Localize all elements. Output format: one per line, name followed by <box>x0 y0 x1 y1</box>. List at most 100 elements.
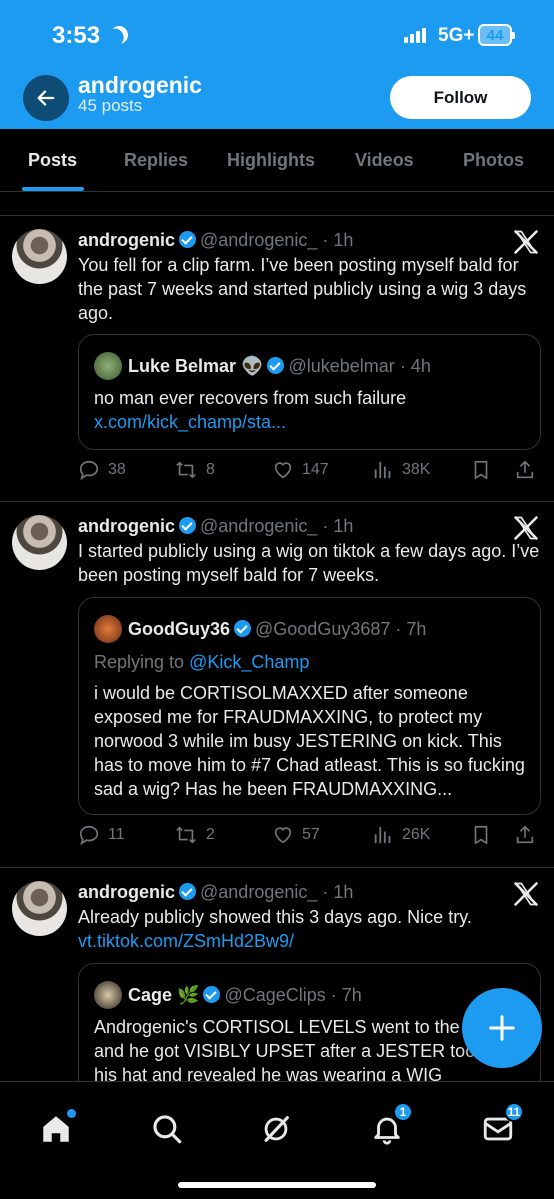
views-icon <box>374 826 391 844</box>
tab-videos[interactable]: Videos <box>355 150 414 171</box>
reply-count: 38 <box>108 461 126 478</box>
repost-count: 2 <box>206 826 215 843</box>
post-link[interactable]: vt.tiktok.com/ZSmHd2Bw9/ <box>78 931 294 951</box>
post-actions: 11 2 57 26K <box>78 824 548 850</box>
tab-highlights[interactable]: Highlights <box>227 150 315 171</box>
views-count: 38K <box>402 461 431 478</box>
signal-icon <box>404 28 426 43</box>
share-icon[interactable] <box>514 459 536 481</box>
views-icon <box>374 461 391 479</box>
reply-button[interactable]: 11 <box>78 824 125 846</box>
tab-photos[interactable]: Photos <box>463 150 524 171</box>
views-button[interactable]: 26K <box>372 824 430 846</box>
repost-button[interactable]: 2 <box>174 824 215 846</box>
compose-button[interactable] <box>462 988 542 1068</box>
quote-meta: GoodGuy36 @GoodGuy3687 · 7h <box>94 615 426 643</box>
tab-posts[interactable]: Posts <box>28 150 77 171</box>
quote-avatar <box>94 352 122 380</box>
verified-badge-icon <box>203 986 221 1003</box>
x-logo-icon <box>514 516 538 540</box>
heart-icon <box>274 462 292 479</box>
nav-home[interactable] <box>39 1109 76 1146</box>
reply-icon <box>79 825 99 846</box>
nav-grok[interactable] <box>259 1112 293 1146</box>
post[interactable]: androgenic @androgenic_ · 1h I started pu… <box>0 502 554 868</box>
reply-button[interactable]: 38 <box>78 459 126 481</box>
share-icon[interactable] <box>514 824 536 846</box>
grok-icon <box>264 1116 289 1142</box>
quote-text: no man ever recovers from such failure x… <box>94 386 526 434</box>
reply-count: 11 <box>108 826 125 843</box>
post-actions: 38 8 147 38K <box>78 459 548 485</box>
verified-badge-icon <box>234 620 252 637</box>
plus-icon <box>489 1015 515 1041</box>
post-time: · 1h <box>322 230 354 250</box>
quote-body: no man ever recovers from such failure <box>94 388 407 408</box>
avatar[interactable] <box>12 229 67 284</box>
post-time: · 1h <box>322 882 354 902</box>
repost-icon <box>176 461 196 479</box>
author-handle[interactable]: @androgenic_ <box>200 230 317 250</box>
notifications-badge: 1 <box>393 1102 413 1122</box>
quote-meta: Cage 🌿 @CageClips · 7h <box>94 981 362 1009</box>
quoted-post[interactable]: Luke Belmar 👽 @lukebelmar · 4h no man eve… <box>78 334 541 450</box>
quoted-post[interactable]: GoodGuy36 @GoodGuy3687 · 7h Replying to @… <box>78 597 541 815</box>
repost-count: 8 <box>206 461 215 478</box>
post-text: Already publicly showed this 3 days ago.… <box>78 905 540 953</box>
profile-tabs: Posts Replies Highlights Videos Photos <box>0 129 554 192</box>
previous-post-actions <box>0 192 554 216</box>
verified-badge-icon <box>267 357 285 374</box>
quote-time: · 7h <box>395 619 427 639</box>
avatar[interactable] <box>12 881 67 936</box>
like-button[interactable]: 57 <box>272 824 320 846</box>
bookmark-icon[interactable] <box>470 459 492 481</box>
repost-button[interactable]: 8 <box>174 459 215 481</box>
network-label: 5G+ <box>438 25 475 46</box>
profile-name: androgenic <box>78 72 202 98</box>
verified-badge-icon <box>179 883 197 900</box>
active-tab-indicator <box>22 187 84 191</box>
reply-icon <box>79 460 99 481</box>
replying-prefix: Replying to <box>94 652 190 672</box>
bottom-nav: 1 11 <box>0 1081 554 1199</box>
follow-button[interactable]: Follow <box>390 76 531 119</box>
post[interactable]: androgenic @androgenic_ · 1h You fell for… <box>0 216 554 502</box>
replying-to-link[interactable]: @Kick_Champ <box>189 652 309 672</box>
like-button[interactable]: 147 <box>272 459 329 481</box>
repost-icon <box>176 826 196 844</box>
post-text: I started publicly using a wig on tiktok… <box>78 541 540 585</box>
verified-badge-icon <box>179 231 197 248</box>
views-count: 26K <box>402 826 431 843</box>
avatar[interactable] <box>12 515 67 570</box>
bookmark-icon[interactable] <box>470 824 492 846</box>
search-icon <box>153 1115 182 1144</box>
post-meta: androgenic @androgenic_ · 1h <box>78 882 353 903</box>
author-name[interactable]: androgenic <box>78 230 175 250</box>
post-meta: androgenic @androgenic_ · 1h <box>78 230 353 251</box>
views-button[interactable]: 38K <box>372 459 430 481</box>
heart-icon <box>274 827 292 844</box>
author-handle[interactable]: @androgenic_ <box>200 882 317 902</box>
messages-badge: 11 <box>504 1102 524 1122</box>
author-name[interactable]: androgenic <box>78 882 175 902</box>
status-time: 3:53 <box>52 22 101 49</box>
post-time: · 1h <box>322 516 354 536</box>
alien-emoji-icon: 👽 <box>241 356 264 376</box>
post-body: Already publicly showed this 3 days ago.… <box>78 907 472 927</box>
quote-meta: Luke Belmar 👽 @lukebelmar · 4h <box>94 352 431 380</box>
back-button[interactable] <box>23 75 69 121</box>
quote-link[interactable]: x.com/kick_champ/sta... <box>94 412 286 432</box>
home-unread-dot <box>67 1109 76 1118</box>
home-indicator <box>178 1182 376 1188</box>
tab-replies[interactable]: Replies <box>124 150 188 171</box>
x-logo-icon <box>514 230 538 254</box>
quote-avatar <box>94 615 122 643</box>
author-name[interactable]: androgenic <box>78 516 175 536</box>
nav-messages[interactable]: 11 <box>481 1102 524 1146</box>
nav-search[interactable] <box>150 1112 184 1146</box>
replying-to: Replying to @Kick_Champ <box>94 650 526 674</box>
posts-count: 45 posts <box>78 96 143 115</box>
nav-notifications[interactable]: 1 <box>370 1102 413 1146</box>
like-count: 57 <box>302 826 320 843</box>
author-handle[interactable]: @androgenic_ <box>200 516 317 536</box>
